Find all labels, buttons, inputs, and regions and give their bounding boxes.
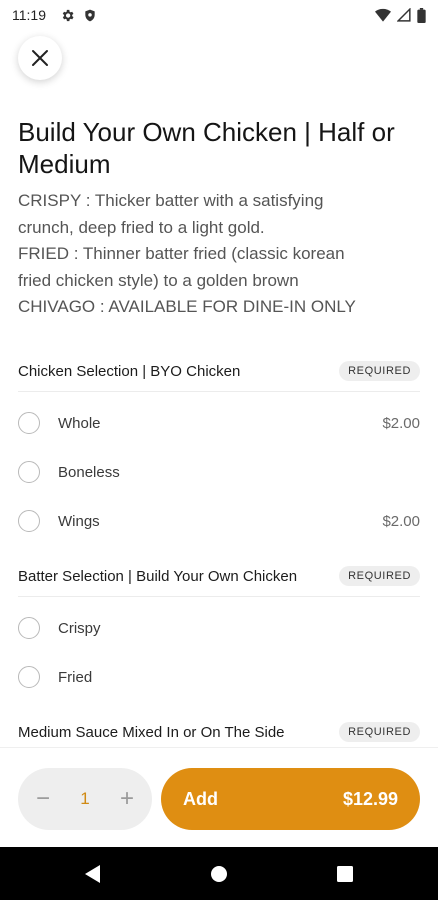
description-line: FRIED : Thinner batter fried (classic ko… [18,244,345,263]
option-label: Wings [58,512,100,530]
status-bar: 11:19 [0,0,438,30]
option-crispy[interactable]: Crispy [18,613,420,643]
add-to-cart-button[interactable]: Add $12.99 [161,768,420,830]
add-price: $12.99 [342,788,398,809]
nav-back-button[interactable] [62,847,122,900]
quantity-stepper: − 1 + [18,768,152,830]
option-whole[interactable]: Whole $2.00 [18,408,420,438]
close-icon [32,50,48,66]
required-badge: REQUIRED [339,361,420,381]
nav-recents-button[interactable] [315,847,375,900]
home-icon [211,865,227,882]
close-button[interactable] [18,36,62,80]
section-title: Batter Selection | Build Your Own Chicke… [18,567,298,585]
increment-button[interactable]: + [118,787,136,811]
shield-icon [85,9,95,21]
nav-home-button[interactable] [189,847,249,900]
radio-button[interactable] [18,617,40,639]
add-label: Add [183,788,218,809]
recents-icon [337,865,353,882]
option-label: Crispy [58,619,101,637]
section-header-batter-selection: Batter Selection | Build Your Own Chicke… [18,560,420,592]
status-left-icons [60,8,97,23]
option-price: $2.00 [382,414,420,432]
gear-icon [62,9,74,21]
status-time: 11:19 [12,7,46,23]
decrement-button[interactable]: − [34,787,52,811]
bottom-action-bar: − 1 + Add $12.99 [0,747,438,847]
description-line: CRISPY : Thicker batter with a satisfyin… [18,191,324,210]
section-header-medium-sauce: Medium Sauce Mixed In or On The Side REQ… [18,716,420,748]
wifi-icon [375,8,391,22]
battery-icon [417,7,426,23]
divider [18,596,420,597]
signal-icon [397,8,411,22]
radio-button[interactable] [18,461,40,483]
section-title: Medium Sauce Mixed In or On The Side [18,723,285,741]
required-badge: REQUIRED [339,722,420,742]
item-title: Build Your Own Chicken | Half or Medium [18,117,395,179]
section-title: Chicken Selection | BYO Chicken [18,362,241,380]
description-line: CHIVAGO : AVAILABLE FOR DINE-IN ONLY [18,297,356,316]
option-fried[interactable]: Fried [18,662,420,692]
option-label: Boneless [58,463,120,481]
divider [18,391,420,392]
item-description: CRISPY : Thicker batter with a satisfyin… [18,188,423,321]
radio-button[interactable] [18,412,40,434]
status-right-icons [375,7,426,23]
description-line: fried chicken style) to a golden brown [18,270,299,290]
option-wings[interactable]: Wings $2.00 [18,506,420,536]
radio-button[interactable] [18,510,40,532]
option-boneless[interactable]: Boneless [18,457,420,487]
quantity-value: 1 [80,789,90,808]
description-line: crunch, deep fried to a light gold. [18,217,265,237]
option-label: Fried [58,668,93,686]
option-label: Whole [58,414,101,432]
radio-button[interactable] [18,666,40,688]
back-icon [85,864,100,883]
option-price: $2.00 [382,512,420,530]
section-header-chicken-selection: Chicken Selection | BYO Chicken REQUIRED [18,355,420,387]
required-badge: REQUIRED [339,566,420,586]
system-nav-bar [0,847,438,900]
